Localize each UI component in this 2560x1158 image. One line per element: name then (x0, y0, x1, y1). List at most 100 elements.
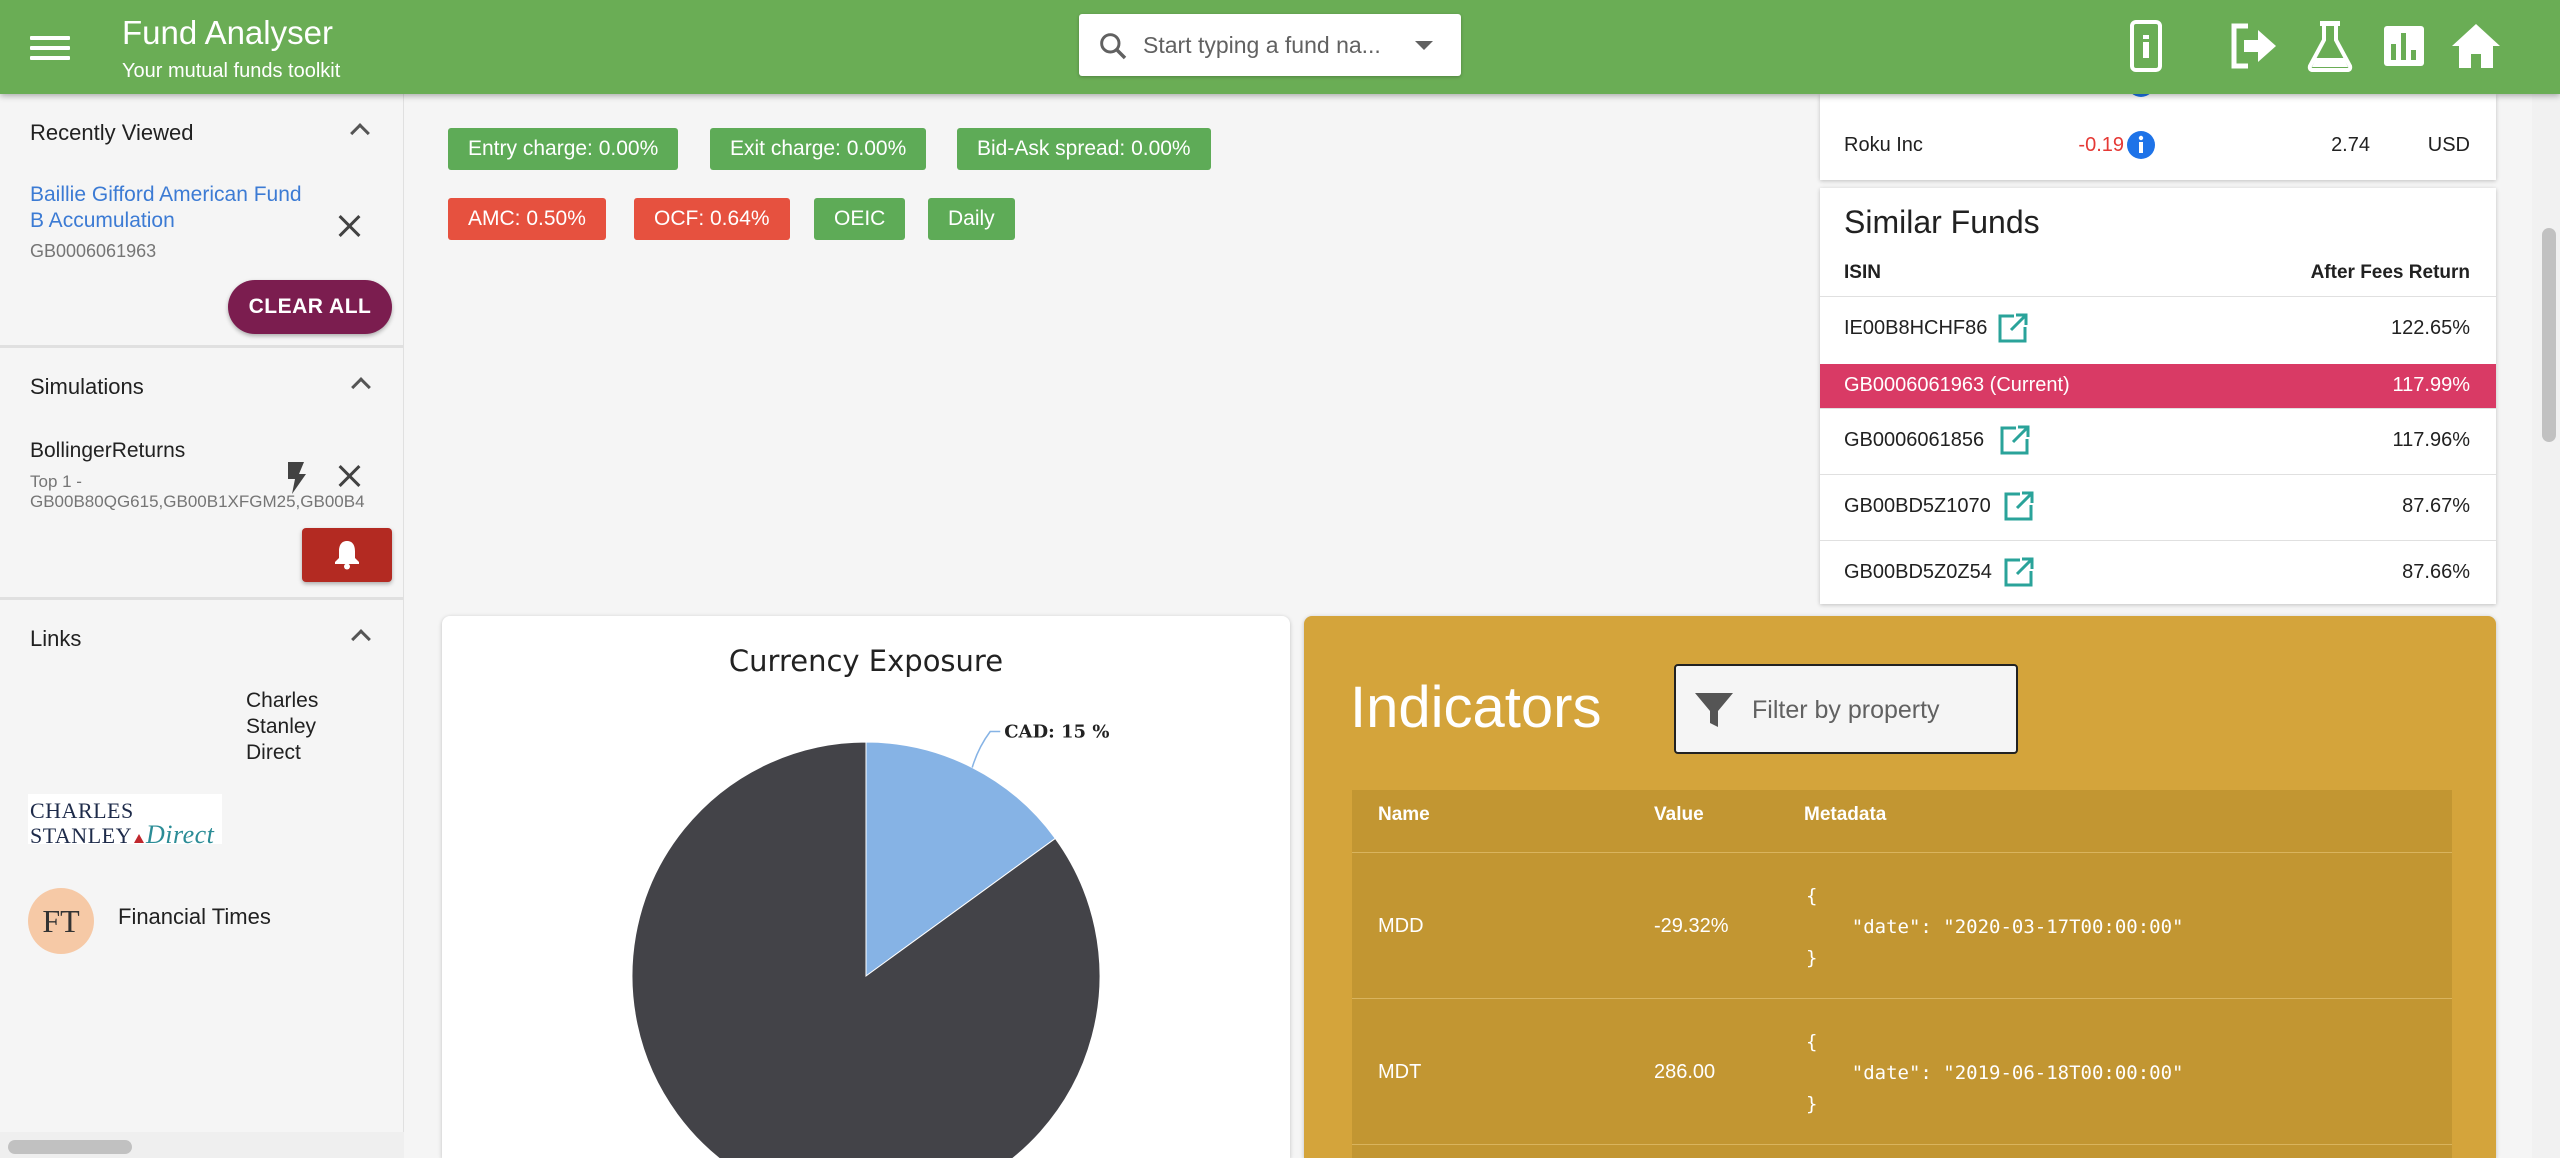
search-input[interactable] (1143, 26, 1413, 64)
menu-icon[interactable] (30, 30, 70, 64)
table-row-current[interactable]: GB0006061963 (Current) 117.99% (1820, 364, 2496, 408)
indicator-value: -29.32% (1654, 915, 1729, 937)
phone-icon[interactable] (2118, 18, 2174, 74)
bid-ask-badge: Bid-Ask spread: 0.00% (957, 128, 1211, 170)
logo-stanley: STANLEY (30, 823, 132, 848)
similar-funds-title: Similar Funds (1844, 204, 2040, 240)
horizontal-scroll-thumb[interactable] (8, 1140, 132, 1154)
triangle-icon (133, 834, 144, 843)
amc-badge: AMC: 0.50% (448, 198, 606, 240)
row-isin: GB0006061856 (1844, 429, 1985, 451)
ft-link[interactable]: Financial Times (118, 904, 271, 930)
table-row: MDD -29.32% { "date": "2020-03-17T00:00:… (1352, 852, 2452, 998)
table-row[interactable]: IE00B8HCHF86 122.65% (1820, 296, 2496, 360)
table-row: MDT 286.00 { "date": "2019-06-18T00:00:0… (1352, 998, 2452, 1144)
info-icon[interactable] (2126, 130, 2156, 160)
chevron-down-icon[interactable] (1415, 41, 1433, 50)
logout-icon[interactable] (2226, 18, 2282, 74)
col-after-fees-return: After Fees Return (2310, 262, 2470, 283)
indicator-value: 286.00 (1654, 1061, 1716, 1083)
indicator-metadata: { "date": "2019-06-18T00:00:00" } (1806, 1031, 2184, 1115)
indicators-title: Indicators (1350, 675, 1602, 740)
simulation-name[interactable]: BollingerReturns (30, 439, 185, 463)
table-row (1352, 1144, 2452, 1158)
open-external-icon[interactable] (1998, 423, 2032, 457)
currency-exposure-card: Currency Exposure CAD: 15 % (442, 616, 1290, 1158)
holding-change: -0.19 (2078, 134, 2124, 156)
logo-line2: STANLEY Direct (30, 820, 214, 850)
remove-recent-icon[interactable] (336, 212, 364, 240)
app-title: Fund Analyser (122, 14, 333, 51)
pie-slice-other[interactable] (631, 741, 1101, 1158)
recently-viewed-header[interactable]: Recently Viewed (0, 94, 403, 170)
vertical-scroll-thumb[interactable] (2542, 228, 2556, 442)
pie-label-connector (971, 730, 1001, 768)
similar-funds-card: Similar Funds ISIN After Fees Return IE0… (1820, 188, 2496, 604)
ocf-badge: OCF: 0.64% (634, 198, 790, 240)
ft-logo[interactable]: FT (28, 888, 94, 954)
table-row[interactable]: GB00BD5Z1070 87.67% (1820, 474, 2496, 538)
frequency-badge: Daily (928, 198, 1015, 240)
indicator-name: MDT (1378, 1061, 1422, 1083)
open-external-icon[interactable] (2002, 489, 2036, 523)
simulations-title: Simulations (30, 374, 144, 399)
col-value: Value (1654, 804, 1704, 825)
app-bar: Fund Analyser Your mutual funds toolkit (0, 0, 2560, 94)
links-title: Links (30, 626, 82, 651)
table-row[interactable]: GB00BD5Z0Z54 87.66% (1820, 540, 2496, 604)
col-metadata: Metadata (1804, 804, 1887, 825)
filter-box[interactable] (1674, 664, 2018, 754)
table-row[interactable]: GB0006061856 117.96% (1820, 408, 2496, 472)
clear-all-button[interactable]: CLEAR ALL (228, 280, 392, 334)
row-isin: GB0006061963 (Current) (1844, 374, 2070, 396)
holding-currency: USD (2427, 134, 2470, 156)
pie-data-label: CAD: 15 % (1004, 722, 1109, 743)
notification-button[interactable] (302, 528, 392, 582)
charles-stanley-link[interactable]: Charles Stanley Direct (246, 688, 366, 766)
chevron-up-icon[interactable] (350, 123, 370, 143)
holding-row: Roku Inc -0.19 2.74 USD (1820, 86, 2496, 180)
filter-input[interactable] (1752, 690, 2002, 730)
recently-viewed-title: Recently Viewed (30, 120, 194, 145)
search-icon (1100, 33, 1127, 60)
indicators-card: Indicators Name Value Metadata MDD -29.3… (1304, 616, 2496, 1158)
logo-direct: Direct (145, 820, 215, 849)
indicator-metadata: { "date": "2020-03-17T00:00:00" } (1806, 885, 2184, 969)
home-icon[interactable] (2448, 18, 2504, 74)
row-return: 87.66% (2402, 561, 2470, 583)
row-isin: IE00B8HCHF86 (1844, 317, 1988, 339)
row-isin: GB00BD5Z1070 (1844, 495, 1991, 517)
indicator-name: MDD (1378, 915, 1424, 937)
open-external-icon[interactable] (2002, 555, 2036, 589)
row-return: 122.65% (2391, 317, 2470, 339)
holding-weight: 2.74 (2331, 134, 2370, 156)
simulations-header[interactable]: Simulations (0, 348, 404, 424)
exit-charge-badge: Exit charge: 0.00% (710, 128, 927, 170)
recent-fund-link[interactable]: Baillie Gifford American Fund B Accumula… (30, 182, 310, 234)
bar-chart-icon[interactable] (2376, 18, 2432, 74)
entry-charge-badge: Entry charge: 0.00% (448, 128, 679, 170)
chevron-up-icon[interactable] (351, 629, 371, 649)
indicators-table: Name Value Metadata MDD -29.32% { "date"… (1352, 790, 2452, 1158)
chevron-up-icon[interactable] (351, 377, 371, 397)
recent-fund-isin: GB0006061963 (30, 241, 157, 261)
row-return: 117.96% (2392, 429, 2470, 451)
links-header[interactable]: Links (0, 600, 404, 676)
open-external-icon[interactable] (1996, 311, 2030, 345)
row-isin: GB00BD5Z0Z54 (1844, 561, 1992, 583)
simulation-description-line2: GB00B80QG615,GB00B1XFGM25,GB00B4 (30, 492, 365, 511)
app-subtitle: Your mutual funds toolkit (122, 60, 341, 82)
currency-pie-chart: CAD: 15 % (631, 722, 1109, 1158)
col-name: Name (1378, 804, 1430, 825)
flask-icon[interactable] (2302, 18, 2358, 74)
row-return: 117.99% (2392, 374, 2470, 396)
charles-stanley-logo[interactable]: CHARLES STANLEY Direct (28, 794, 222, 849)
bell-icon (335, 540, 359, 569)
fund-type-badge: OEIC (814, 198, 906, 240)
remove-simulation-icon[interactable] (336, 462, 364, 490)
bolt-icon[interactable] (284, 460, 310, 496)
holding-name: Roku Inc (1844, 134, 1923, 156)
filter-icon (1695, 693, 1733, 727)
fund-search[interactable] (1079, 14, 1461, 76)
sidebar: Recently Viewed Baillie Gifford American… (0, 94, 404, 1158)
